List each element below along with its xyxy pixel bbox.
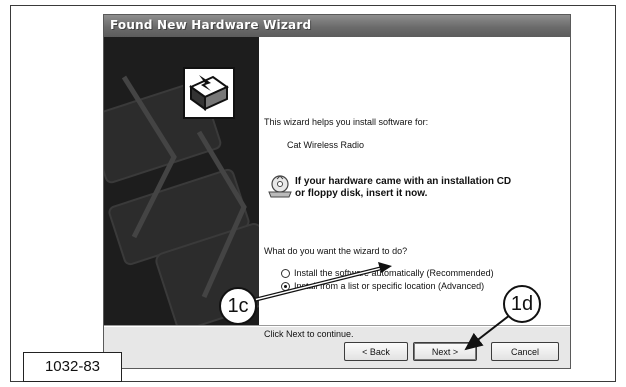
back-button[interactable]: < Back	[344, 342, 408, 361]
continue-text: Click Next to continue.	[264, 329, 354, 339]
window-title: Found New Hardware Wizard	[110, 18, 312, 32]
option-label: Install the software automatically (Reco…	[294, 268, 494, 278]
side-panel-art	[104, 75, 259, 325]
intro-text: This wizard helps you install software f…	[264, 117, 429, 127]
option-install-automatically[interactable]: Install the software automatically (Reco…	[281, 268, 494, 278]
wizard-content: This wizard helps you install software f…	[259, 37, 570, 339]
side-graphic-panel	[104, 37, 259, 325]
callout-1d: 1d	[503, 285, 541, 323]
cd-drive-icon	[267, 175, 293, 199]
hardware-wizard-icon	[183, 67, 235, 119]
option-label: Install from a list or specific location…	[294, 281, 485, 291]
question-text: What do you want the wizard to do?	[264, 246, 408, 256]
figure-label: 1032-83	[23, 352, 122, 382]
button-divider	[104, 325, 570, 327]
cd-message-line1: If your hardware came with an installati…	[295, 176, 512, 187]
cd-message: If your hardware came with an installati…	[295, 176, 511, 200]
radio-button-selected[interactable]	[281, 281, 290, 291]
device-name: Cat Wireless Radio	[287, 140, 365, 150]
option-install-from-list[interactable]: Install from a list or specific location…	[281, 281, 484, 291]
title-bar[interactable]: Found New Hardware Wizard	[104, 15, 570, 38]
cd-message-line2: or floppy disk, insert it now.	[295, 188, 428, 199]
radio-button[interactable]	[281, 268, 290, 278]
wizard-window: Found New Hardware Wizard This wizard he…	[103, 14, 571, 369]
cancel-button[interactable]: Cancel	[491, 342, 559, 361]
next-button[interactable]: Next >	[413, 342, 477, 361]
callout-1c: 1c	[219, 287, 257, 325]
